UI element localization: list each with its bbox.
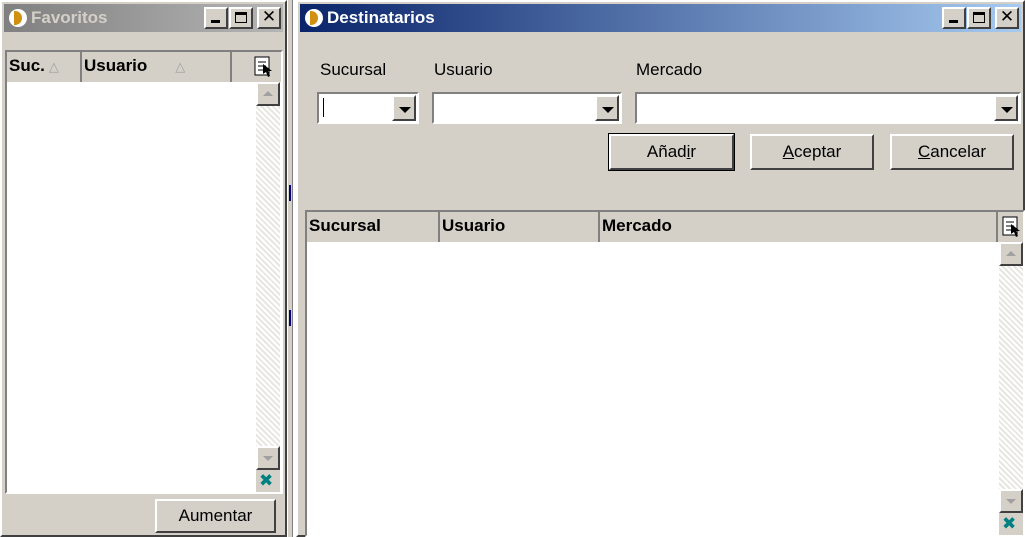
mercado-label: Mercado [636, 60, 703, 79]
add-button-label-end: r [690, 142, 697, 161]
cancel-button-accesskey: C [917, 142, 931, 161]
grid-corner-icon[interactable]: ✖ [999, 513, 1023, 535]
column-header-usuario-label: Usuario [442, 216, 506, 235]
grid-corner-icon[interactable]: ✖ [256, 470, 280, 492]
column-header-usuario-label: Usuario [84, 56, 148, 75]
usuario-select[interactable] [432, 92, 622, 124]
maximize-button[interactable] [967, 7, 991, 29]
column-header-mercado[interactable]: Mercado [600, 212, 998, 242]
sucursal-select[interactable] [317, 92, 419, 124]
sort-indicator-icon: △ [175, 59, 186, 74]
scroll-down-button[interactable] [999, 489, 1023, 513]
maximize-icon [973, 12, 985, 23]
app-logo-icon [305, 9, 323, 27]
cancel-button-label-end: ancelar [930, 142, 987, 161]
scroll-up-button[interactable] [256, 82, 280, 106]
column-header-suc[interactable]: Suc. △ [7, 52, 82, 82]
text-cursor [323, 98, 324, 117]
destinatarios-vertical-scrollbar[interactable] [999, 242, 1023, 513]
favoritos-title: Favoritos [31, 8, 108, 27]
favoritos-vertical-scrollbar[interactable] [256, 82, 280, 470]
close-button[interactable]: ✕ [995, 7, 1019, 29]
usuario-label: Usuario [434, 60, 493, 79]
destinatarios-window: Destinatarios ✕ Sucursal Usuario Mercado… [296, 0, 1025, 537]
scroll-down-button[interactable] [256, 446, 280, 470]
column-chooser-icon[interactable] [254, 55, 274, 79]
column-header-mercado-label: Mercado [602, 216, 672, 235]
minimize-button[interactable] [204, 7, 228, 29]
destinatarios-titlebar[interactable]: Destinatarios ✕ [300, 4, 1021, 32]
favoritos-window: Favoritos ✕ Suc. △ Usuario △ ✖ Aumentar [0, 0, 287, 537]
app-logo-icon [9, 9, 27, 27]
splitter-grip [289, 310, 291, 326]
minimize-icon [211, 20, 220, 23]
add-button-label: Añad [646, 142, 687, 161]
destinatarios-title: Destinatarios [327, 8, 435, 27]
column-chooser-icon[interactable] [1002, 215, 1022, 239]
sort-indicator-icon: △ [48, 59, 59, 74]
destinatarios-grid[interactable]: Sucursal Usuario Mercado ✖ [305, 210, 1025, 537]
favoritos-titlebar[interactable]: Favoritos ✕ [4, 4, 283, 32]
splitter-grip [289, 185, 291, 201]
favoritos-grid-header: Suc. △ Usuario △ [7, 52, 281, 82]
mercado-select[interactable] [635, 92, 1021, 124]
add-button[interactable]: Añadir [608, 133, 735, 171]
cancel-button[interactable]: Cancelar [890, 134, 1014, 170]
minimize-icon [949, 20, 958, 23]
splitter[interactable] [287, 0, 293, 537]
chevron-down-icon[interactable] [595, 95, 619, 121]
close-button[interactable]: ✕ [257, 7, 281, 29]
column-header-sucursal[interactable]: Sucursal [307, 212, 440, 242]
maximize-icon [235, 12, 247, 23]
favoritos-grid[interactable]: Suc. △ Usuario △ ✖ [5, 50, 283, 494]
accept-button-label-end: ceptar [794, 142, 842, 161]
scroll-up-button[interactable] [999, 242, 1023, 266]
accept-button-accesskey: A [782, 142, 795, 161]
close-icon: ✕ [999, 7, 1015, 27]
column-header-suc-label: Suc. [9, 56, 45, 75]
sucursal-label: Sucursal [320, 60, 387, 79]
maximize-button[interactable] [229, 7, 253, 29]
column-header-sucursal-label: Sucursal [309, 216, 381, 235]
chevron-down-icon[interactable] [392, 95, 416, 121]
column-header-usuario[interactable]: Usuario [440, 212, 600, 242]
minimize-button[interactable] [942, 7, 966, 29]
chevron-down-icon[interactable] [994, 95, 1018, 121]
destinatarios-grid-header: Sucursal Usuario Mercado [307, 212, 1023, 242]
column-header-usuario[interactable]: Usuario △ [82, 52, 232, 82]
accept-button[interactable]: Aceptar [750, 134, 874, 170]
close-icon: ✕ [261, 7, 277, 27]
aumentar-button[interactable]: Aumentar [155, 499, 276, 533]
